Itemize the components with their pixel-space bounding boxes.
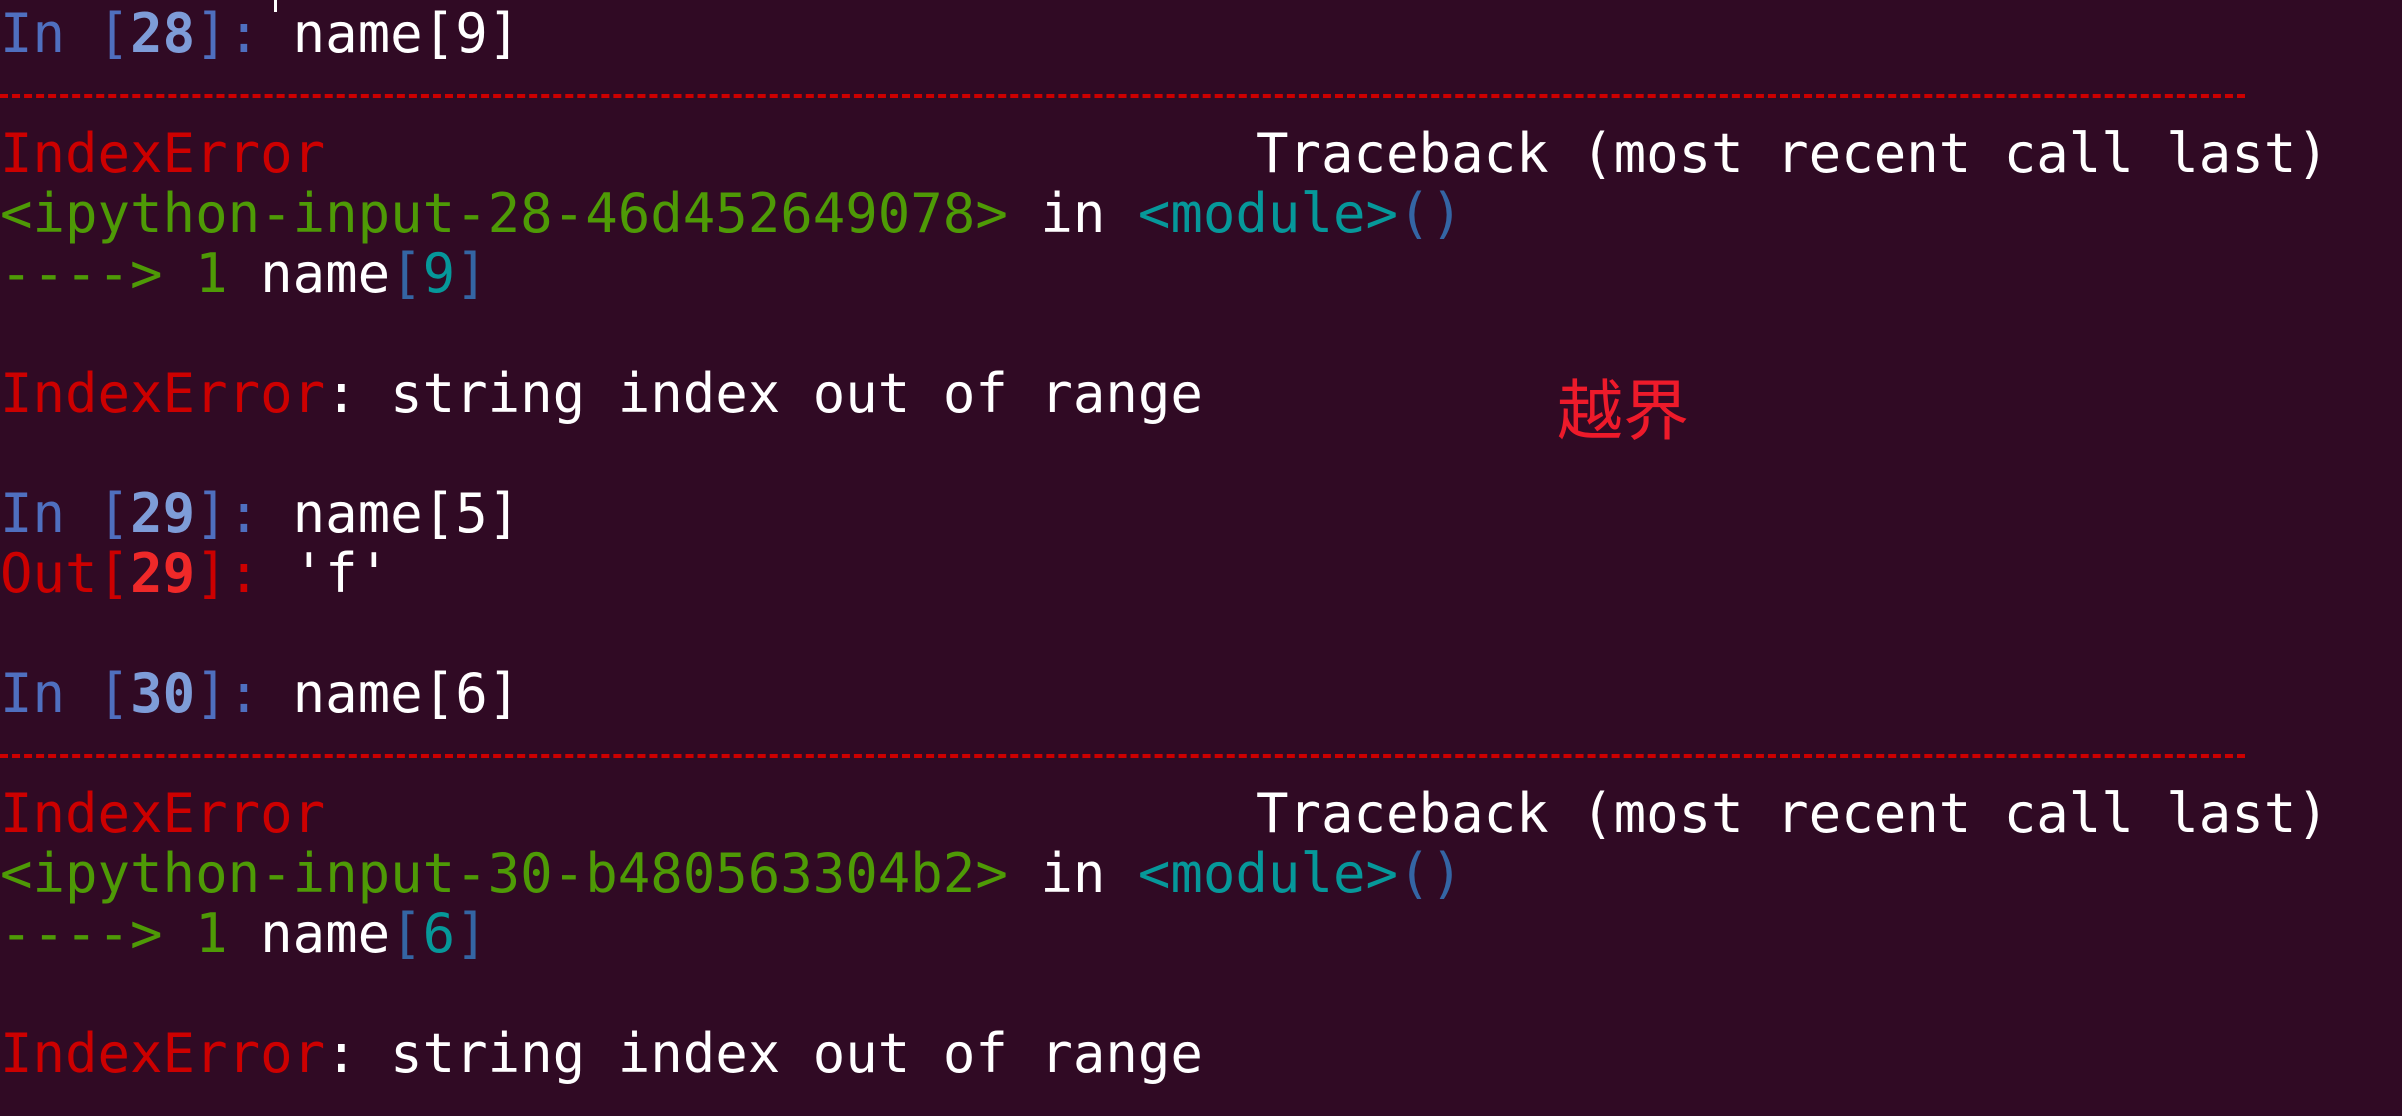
traceback-code-line: ----> 1 name[6] [0,904,488,964]
traceback-separator [0,754,2245,758]
traceback-bracket-open: [ [390,242,423,305]
bracket-close: ]: [195,662,293,725]
traceback-code-line: ----> 1 name[9] [0,244,488,304]
input-prompt-line: In [28]: name[9] [0,4,520,64]
traceback-bracket-open: [ [390,902,423,965]
traceback-code-index: 6 [422,902,456,965]
error-name: IndexError [0,782,326,845]
error-message-line: IndexError: string index out of range [0,1024,1203,1084]
input-code[interactable]: name[9] [293,2,521,65]
module-name: <module> [1137,182,1398,245]
traceback-bracket-close: ] [455,242,488,305]
traceback-arrow: ----> [0,242,196,305]
error-message-line: IndexError: string index out of range [0,364,1203,424]
module-parens: () [1397,182,1464,245]
traceback-error-name: IndexError [0,124,325,184]
traceback-location-line: <ipython-input-28-46d452649078> in <modu… [0,184,1463,244]
input-prompt-line: In [30]: name[6] [0,664,520,724]
out-label: Out [0,542,98,605]
error-message: : string index out of range [325,362,1203,425]
traceback-bracket-close: ] [455,902,488,965]
in-label: In [0,482,98,545]
traceback-code-name: name [227,242,391,305]
prompt-number: 29 [130,482,196,545]
bracket-close: ]: [195,542,293,605]
output-value: 'f' [292,542,391,605]
error-name: IndexError [0,1022,326,1085]
traceback-line-number: 1 [195,242,228,305]
error-message: : string index out of range [325,1022,1203,1085]
traceback-arrow: ----> [0,902,196,965]
module-parens: () [1397,842,1464,905]
bracket-close: ]: [195,482,293,545]
bracket-open: [ [97,662,131,725]
bracket-open: [ [97,2,131,65]
terminal-window[interactable]: In [28]: name[9] IndexError Traceback (m… [0,0,2402,1116]
traceback-location-line: <ipython-input-30-b480563304b2> in <modu… [0,844,1463,904]
traceback-error-name: IndexError [0,784,325,844]
prompt-number: 28 [130,2,196,65]
in-label: In [0,2,98,65]
ipython-input-ref: <ipython-input-30-b480563304b2> [0,842,1008,905]
bracket-open: [ [97,542,131,605]
module-name: <module> [1137,842,1398,905]
in-label: In [0,662,98,725]
traceback-separator [0,94,2245,98]
output-line: Out[29]: 'f' [0,544,390,604]
traceback-line-number: 1 [195,902,228,965]
annotation-out-of-bounds: 越界 [1557,373,1689,450]
in-word: in [1007,182,1138,245]
error-name: IndexError [0,362,326,425]
traceback-header: Traceback (most recent call last) [1256,782,2329,845]
input-code[interactable]: name[6] [293,662,521,725]
traceback-header: Traceback (most recent call last) [1256,122,2329,185]
bracket-open: [ [97,482,131,545]
input-code[interactable]: name[5] [293,482,521,545]
traceback-code-name: name [227,902,391,965]
traceback-code-index: 9 [422,242,456,305]
error-name: IndexError [0,122,326,185]
output-number: 29 [130,542,196,605]
prompt-number: 30 [130,662,196,725]
in-word: in [1007,842,1138,905]
bracket-close: ]: [195,2,293,65]
input-prompt-line: In [29]: name[5] [0,484,520,544]
ipython-input-ref: <ipython-input-28-46d452649078> [0,182,1008,245]
